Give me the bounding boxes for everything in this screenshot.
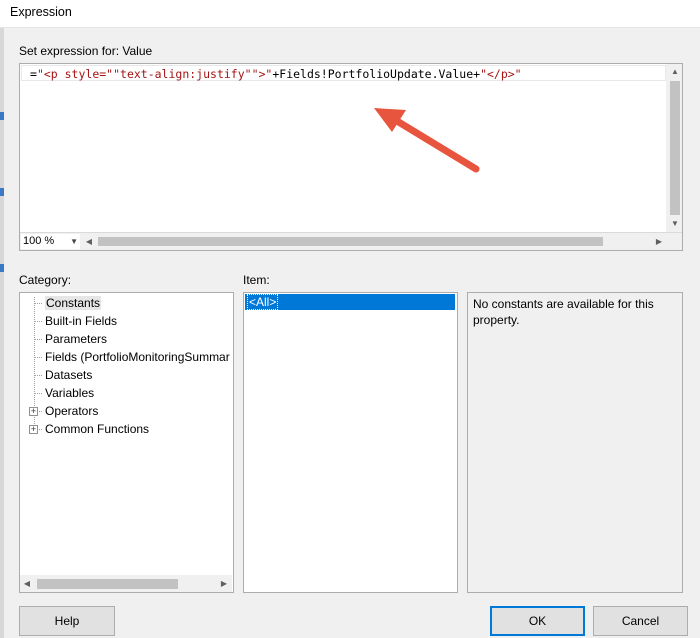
editor-vertical-scrollbar[interactable]: ▲ ▼ xyxy=(666,64,682,232)
zoom-select[interactable]: 100 % ▼ xyxy=(21,234,80,249)
scroll-down-icon[interactable]: ▼ xyxy=(667,216,683,232)
vertical-scroll-thumb[interactable] xyxy=(670,81,680,215)
category-scroll-thumb[interactable] xyxy=(37,579,178,589)
horizontal-scroll-thumb[interactable] xyxy=(98,237,603,246)
window-title: Expression xyxy=(10,5,72,19)
scroll-right-icon[interactable]: ▶ xyxy=(652,233,666,250)
category-label: Category: xyxy=(19,273,72,287)
description-panel: No constants are available for this prop… xyxy=(467,292,683,593)
chevron-down-icon[interactable]: ▼ xyxy=(70,234,78,249)
expr-field: +Fields!PortfolioUpdate.Value+ xyxy=(272,67,481,81)
expr-prefix: = xyxy=(30,67,37,81)
expand-plus-icon[interactable]: + xyxy=(29,425,38,434)
expression-editor[interactable]: ="<p style=""text-align:justify"">"+Fiel… xyxy=(19,63,683,251)
category-item-fields[interactable]: Fields (PortfolioMonitoringSummar xyxy=(45,350,233,364)
scroll-right-icon[interactable]: ▶ xyxy=(217,575,231,592)
zoom-value: 100 % xyxy=(23,235,55,247)
category-tree[interactable]: Constants Built-in Fields Parameters Fie… xyxy=(19,292,234,593)
category-item-built-in-fields[interactable]: Built-in Fields xyxy=(45,314,117,328)
item-label: Item: xyxy=(243,273,270,287)
item-all[interactable]: <All> xyxy=(245,294,455,310)
set-expression-label: Set expression for: Value xyxy=(19,44,153,58)
cancel-button[interactable]: Cancel xyxy=(593,606,688,636)
scroll-up-icon[interactable]: ▲ xyxy=(667,64,683,80)
item-list[interactable]: <All> xyxy=(243,292,458,593)
category-item-parameters[interactable]: Parameters xyxy=(45,332,107,346)
category-item-common-functions[interactable]: Common Functions xyxy=(45,422,149,436)
category-item-variables[interactable]: Variables xyxy=(45,386,94,400)
category-item-operators[interactable]: Operators xyxy=(45,404,98,418)
title-bar: Expression xyxy=(0,0,700,28)
category-horizontal-scrollbar[interactable]: ◀ ▶ xyxy=(20,575,232,592)
expression-text[interactable]: ="<p style=""text-align:justify"">"+Fiel… xyxy=(30,67,522,81)
help-button[interactable]: Help xyxy=(19,606,115,636)
scroll-left-icon[interactable]: ◀ xyxy=(20,575,34,592)
red-arrow-annotation-icon xyxy=(374,108,480,173)
expand-plus-icon[interactable]: + xyxy=(29,407,38,416)
description-text: No constants are available for this prop… xyxy=(473,297,654,327)
expr-string-close: "</p>" xyxy=(480,67,522,81)
editor-bottom-bar: 100 % ▼ ◀ ▶ xyxy=(20,232,682,250)
category-item-datasets[interactable]: Datasets xyxy=(45,368,92,382)
category-item-constants[interactable]: Constants xyxy=(45,296,102,310)
expr-string-open: "<p style=""text-align:justify"">" xyxy=(36,67,273,81)
ok-button[interactable]: OK xyxy=(490,606,585,636)
scroll-left-icon[interactable]: ◀ xyxy=(82,233,96,250)
background-window-strip xyxy=(0,28,4,638)
